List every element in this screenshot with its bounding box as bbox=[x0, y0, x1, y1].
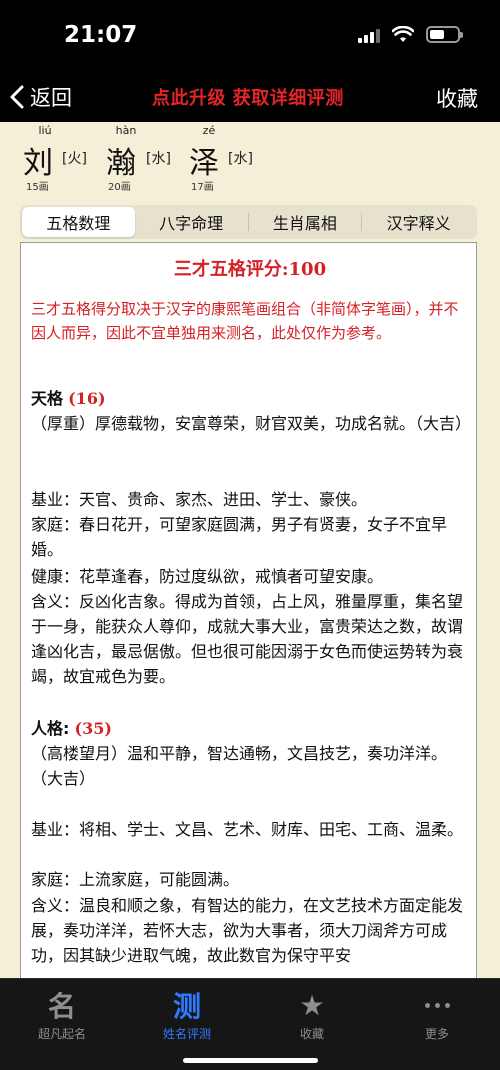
cellular-signal-icon bbox=[358, 27, 380, 43]
tiange-jiankang: 健康：花草逢春，防过度纵欲，戒慎者可望安康。 bbox=[31, 567, 384, 586]
back-button[interactable]: 返回 bbox=[10, 82, 72, 112]
stroke-count: 17画 bbox=[191, 182, 214, 193]
tab-hanzi[interactable]: 汉字释义 bbox=[362, 207, 475, 237]
renge-label: 人格: bbox=[31, 719, 70, 738]
tabbar-label: 超凡起名 bbox=[37, 1027, 86, 1041]
tabbar-item-naming[interactable]: 名 超凡起名 bbox=[17, 987, 107, 1042]
renge-header: 人格: (35) bbox=[31, 716, 465, 741]
score-note: 三才五格得分取决于汉字的康熙笔画组合（非简体字笔画），并不因人而异，因此不宜单独… bbox=[31, 300, 459, 342]
renge-number: (35) bbox=[74, 719, 112, 738]
back-label: 返回 bbox=[30, 86, 72, 110]
score-title: 三才五格评分:100 bbox=[173, 259, 327, 280]
tab-bazi[interactable]: 八字命理 bbox=[135, 207, 248, 237]
analysis-card[interactable]: 三才五格评分:100 三才五格得分取决于汉字的康熙笔画组合（非简体字笔画），并不… bbox=[20, 242, 477, 978]
hanzi-char: 瀚 bbox=[106, 146, 136, 181]
pinyin-label: liú bbox=[38, 124, 52, 137]
bottom-tab-bar: 名 超凡起名 测 姓名评测 ★ 收藏 更多 bbox=[0, 978, 500, 1070]
main-content: liú 刘 [火] 15画 hàn 瀚 [水] 20画 zé 泽 [水] 17画… bbox=[0, 122, 500, 978]
more-dots-icon bbox=[424, 987, 450, 1023]
nav-bar: 返回 点此升级 获取详细评测 收藏 bbox=[0, 78, 500, 122]
tabbar-label: 姓名评测 bbox=[162, 1027, 211, 1041]
favorite-button[interactable]: 收藏 bbox=[436, 83, 478, 113]
tiange-header: 天格 (16) bbox=[31, 386, 465, 411]
tabbar-label: 更多 bbox=[424, 1027, 449, 1041]
stroke-count: 20画 bbox=[108, 182, 131, 193]
renge-jiye: 基业：将相、学士、文昌、艺术、财库、田宅、工商、温柔。 bbox=[31, 820, 464, 839]
stroke-count: 15画 bbox=[26, 182, 49, 193]
tiange-hanyi: 含义：反凶化吉象。得成为首领，占上风，雅量厚重，集名望于一身，能获众人尊仰，成就… bbox=[31, 592, 464, 686]
tiange-summary: （厚重）厚德载物，安富尊荣，财官双美，功成名就。（大吉） bbox=[31, 414, 472, 433]
tiange-jiating: 家庭：春日花开，可望家庭圆满，男子有贤妻，女子不宜早婚。 bbox=[31, 515, 448, 559]
name-display: liú 刘 [火] 15画 hàn 瀚 [水] 20画 zé 泽 [水] 17画 bbox=[0, 122, 500, 200]
tab-shengxiao[interactable]: 生肖属相 bbox=[249, 207, 362, 237]
renge-jiating: 家庭：上流家庭，可能圆满。 bbox=[31, 870, 240, 889]
upgrade-link[interactable]: 点此升级 获取详细评测 bbox=[152, 84, 344, 110]
status-bar: 21:07 bbox=[0, 0, 500, 78]
pinyin-label: zé bbox=[202, 124, 216, 137]
tabbar-item-more[interactable]: 更多 bbox=[392, 987, 482, 1042]
renge-hanyi: 含义：温良和顺之象，有智达的能力，在文艺技术方面定能发展，奏功洋洋，若怀大志，欲… bbox=[31, 896, 464, 965]
status-icons bbox=[358, 26, 463, 43]
tab-wuge[interactable]: 五格数理 bbox=[22, 207, 135, 237]
tabbar-item-favorites[interactable]: ★ 收藏 bbox=[267, 987, 357, 1042]
segmented-tabs: 五格数理 八字命理 生肖属相 汉字释义 bbox=[20, 205, 477, 239]
home-indicator bbox=[183, 1058, 318, 1063]
tiange-jiye: 基业：天官、贵命、家杰、进田、学士、豪侠。 bbox=[31, 490, 368, 509]
renge-summary: （高楼望月）温和平静，智达通畅，文昌技艺，奏功洋洋。（大吉） bbox=[31, 744, 448, 788]
star-icon: ★ bbox=[299, 988, 325, 1022]
element-label: [火] bbox=[62, 151, 87, 167]
name-char-icon: 名 bbox=[47, 990, 76, 1023]
test-char-icon: 测 bbox=[172, 990, 201, 1023]
chevron-left-icon bbox=[10, 85, 24, 109]
battery-icon bbox=[426, 26, 463, 43]
hanzi-char: 刘 bbox=[23, 146, 53, 181]
element-label: [水] bbox=[228, 151, 253, 167]
tiange-label: 天格 bbox=[31, 389, 64, 408]
element-label: [水] bbox=[146, 151, 171, 167]
tiange-number: (16) bbox=[68, 389, 106, 408]
wifi-icon bbox=[392, 26, 414, 42]
tabbar-item-evaluate[interactable]: 测 姓名评测 bbox=[142, 987, 232, 1042]
status-time: 21:07 bbox=[64, 22, 138, 48]
pinyin-label: hàn bbox=[115, 124, 137, 137]
tabbar-label: 收藏 bbox=[299, 1027, 324, 1041]
hanzi-char: 泽 bbox=[189, 146, 219, 181]
